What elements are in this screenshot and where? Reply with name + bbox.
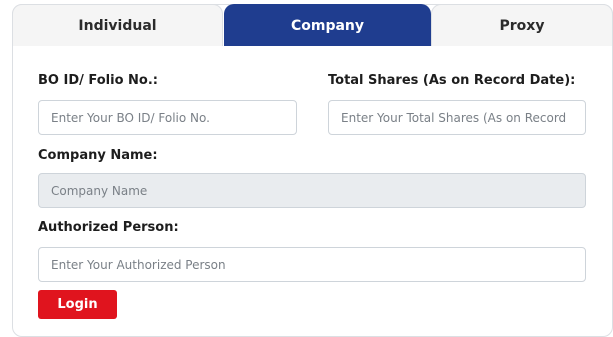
tab-company[interactable]: Company — [224, 4, 431, 46]
login-panel — [12, 4, 613, 337]
total-shares-input[interactable] — [328, 100, 586, 135]
company-name-input — [38, 173, 586, 208]
total-shares-label: Total Shares (As on Record Date): — [328, 73, 576, 88]
tab-bar: Individual Company Proxy — [12, 4, 613, 47]
login-button[interactable]: Login — [38, 290, 117, 319]
bo-id-label: BO ID/ Folio No.: — [38, 73, 158, 88]
authorized-person-label: Authorized Person: — [38, 220, 179, 235]
company-name-label: Company Name: — [38, 148, 158, 163]
tab-proxy[interactable]: Proxy — [431, 4, 613, 46]
tab-individual[interactable]: Individual — [12, 4, 223, 46]
bo-id-input[interactable] — [38, 100, 297, 135]
authorized-person-input[interactable] — [38, 247, 586, 282]
